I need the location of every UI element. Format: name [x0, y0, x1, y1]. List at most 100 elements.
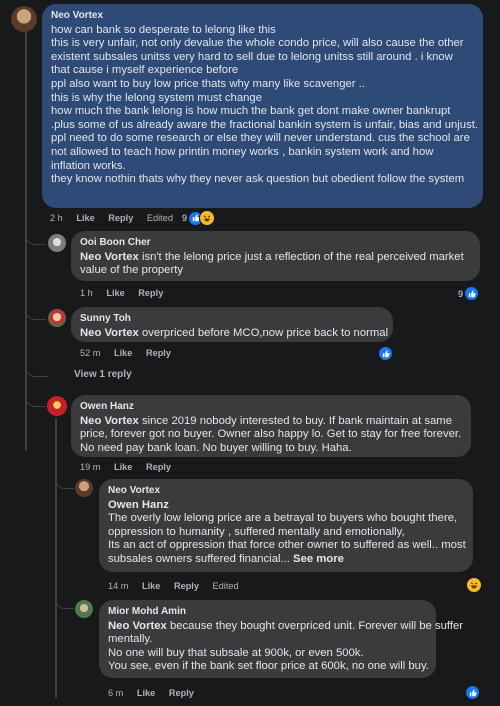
comment-line: inflation works. — [51, 159, 126, 172]
mention-tag[interactable]: Owen Hanz — [108, 499, 464, 513]
comment-line: that cause i myself experience before — [51, 64, 239, 77]
avatar[interactable] — [48, 309, 66, 327]
comment-line: how can bank so desperate to lelong like… — [51, 23, 276, 36]
comment-author[interactable]: Sunny Toh — [80, 312, 384, 326]
reply-button[interactable]: Reply — [108, 213, 133, 223]
comment-time[interactable]: 1 h — [80, 288, 93, 298]
mention-tag[interactable]: Neo Vortex — [108, 620, 167, 632]
comment-text: Neo Vortex since 2019 nobody interested … — [80, 415, 462, 456]
comment-line: this is why the lelong system must chang… — [51, 91, 262, 104]
like-reaction-icon — [465, 287, 479, 300]
reply-button[interactable]: Reply — [146, 348, 171, 358]
thread-connector — [55, 475, 74, 489]
comment-line: mentally. — [108, 633, 153, 646]
comment-line: oppression to humanity , suffered mental… — [108, 525, 405, 538]
reply-button[interactable]: Reply — [146, 462, 171, 472]
comment-line: Neo Vortex overpriced before MCO,now pri… — [80, 327, 388, 341]
comment-line: Neo Vortex isn't the lelong price just a… — [80, 251, 471, 265]
comment-actions: 2 h Like Reply Edited — [50, 213, 184, 223]
reply-button[interactable]: Reply — [169, 688, 194, 698]
like-button[interactable]: Like — [76, 213, 94, 223]
thread-connector — [25, 360, 48, 377]
comment-line: they know nothin thats why they never as… — [51, 173, 465, 186]
comment-line: .plus some of us already aware the fract… — [51, 118, 478, 131]
thread-line — [55, 418, 57, 698]
comment-time[interactable]: 2 h — [50, 213, 63, 223]
comment-actions: 19 m Like Reply — [80, 462, 182, 472]
comment-author[interactable]: Ooi Boon Cher — [80, 236, 471, 250]
thread-connector — [55, 595, 74, 609]
comment-author[interactable]: Owen Hanz — [80, 400, 462, 414]
comment-author[interactable]: Mior Mohd Amin — [108, 605, 427, 619]
comment-text: Neo Vortex isn't the lelong price just a… — [80, 251, 471, 278]
like-button[interactable]: Like — [106, 288, 124, 298]
avatar[interactable] — [75, 479, 93, 497]
comment-line: existent subsales unitss very hard to se… — [51, 50, 453, 63]
reply-button[interactable]: Reply — [174, 581, 199, 591]
avatar[interactable] — [11, 6, 37, 32]
comment-line-text: overpriced before MCO,now price back to … — [141, 326, 389, 339]
comment-time[interactable]: 14 m — [108, 581, 128, 591]
like-reaction-icon — [466, 686, 479, 699]
comment-text: how can bank so desperate to lelong like… — [51, 23, 478, 187]
haha-reaction-icon — [466, 577, 482, 593]
reaction-count[interactable] — [466, 577, 482, 593]
comment-time[interactable]: 6 m — [108, 688, 123, 698]
comment-bubble: Owen Hanz Neo Vortex since 2019 nobody i… — [71, 395, 471, 457]
comment-line: No need pay bank loan. No buyer willing … — [80, 441, 352, 454]
comment-line: Neo Vortex because they bought overprice… — [108, 620, 463, 634]
like-button[interactable]: Like — [137, 688, 155, 698]
thread-connector — [25, 392, 46, 407]
thread-connector — [25, 305, 46, 320]
comment-bubble: Sunny Toh Neo Vortex overpriced before M… — [71, 307, 393, 342]
like-button[interactable]: Like — [142, 581, 160, 591]
see-more-link[interactable]: See more — [293, 553, 344, 565]
comment-author[interactable]: Neo Vortex — [108, 484, 464, 498]
avatar[interactable] — [48, 234, 66, 252]
view-replies-link[interactable]: View 1 reply — [74, 369, 132, 380]
comment-bubble: Neo Vortex how can bank so desperate to … — [42, 4, 483, 208]
comment-author[interactable]: Neo Vortex — [51, 9, 474, 23]
comment-actions: 14 m Like Reply Edited — [108, 581, 250, 591]
comment-line: value of the property — [80, 264, 183, 277]
comment-bubble: Neo Vortex Owen Hanz The overly low lelo… — [99, 479, 473, 572]
comment-time[interactable]: 19 m — [80, 462, 100, 472]
comment-line: The overly low lelong price are a betray… — [108, 512, 458, 525]
comment-line: how much the bank lelong is how much the… — [51, 105, 451, 118]
comment-line-text: subsales owners suffered financial... — [108, 552, 290, 565]
comment-line-text: isn't the lelong price just a reflection… — [141, 250, 464, 263]
like-button[interactable]: Like — [114, 462, 132, 472]
avatar[interactable] — [75, 600, 93, 618]
comment-text: Neo Vortex because they bought overprice… — [108, 620, 463, 674]
avatar[interactable] — [47, 396, 67, 416]
haha-reaction-icon — [199, 210, 216, 226]
comment-line: price, forever got no buyer. Owner also … — [80, 428, 462, 441]
reaction-count[interactable] — [379, 347, 392, 360]
comment-line: this is very unfair, not only devalue th… — [51, 37, 464, 50]
thread-connector — [25, 230, 46, 245]
reply-button[interactable]: Reply — [138, 288, 163, 298]
comment-line: subsales owners suffered financial... Se… — [108, 553, 464, 567]
comment-actions: 52 m Like Reply — [80, 348, 182, 358]
comment-text: Neo Vortex overpriced before MCO,now pri… — [80, 327, 388, 341]
reaction-number: 9 — [458, 288, 464, 299]
reaction-count[interactable]: 9 — [182, 210, 216, 226]
comment-line: No one will buy that subsale at 900k, or… — [108, 646, 364, 659]
comment-line-text: since 2019 nobody interested to buy. If … — [141, 414, 452, 427]
mention-tag[interactable]: Neo Vortex — [80, 415, 139, 427]
comment-line: Neo Vortex since 2019 nobody interested … — [80, 415, 462, 429]
like-button[interactable]: Like — [114, 348, 132, 358]
edited-label: Edited — [146, 213, 173, 223]
comment-bubble: Ooi Boon Cher Neo Vortex isn't the lelon… — [71, 231, 480, 281]
comment-bubble: Mior Mohd Amin Neo Vortex because they b… — [99, 600, 463, 678]
comment-line: Its an act of oppression that force othe… — [108, 539, 466, 552]
reaction-count[interactable] — [466, 686, 479, 699]
reaction-count[interactable]: 9 — [458, 287, 479, 300]
comment-text: Owen Hanz The overly low lelong price ar… — [108, 499, 466, 567]
comment-line: ppl also want to buy low price thats why… — [51, 77, 365, 90]
mention-tag[interactable]: Neo Vortex — [80, 327, 139, 339]
comment-actions: 1 h Like Reply — [80, 288, 174, 298]
comment-line: ppl need to do some research or else the… — [51, 132, 470, 145]
comment-time[interactable]: 52 m — [80, 348, 100, 358]
mention-tag[interactable]: Neo Vortex — [80, 251, 139, 263]
